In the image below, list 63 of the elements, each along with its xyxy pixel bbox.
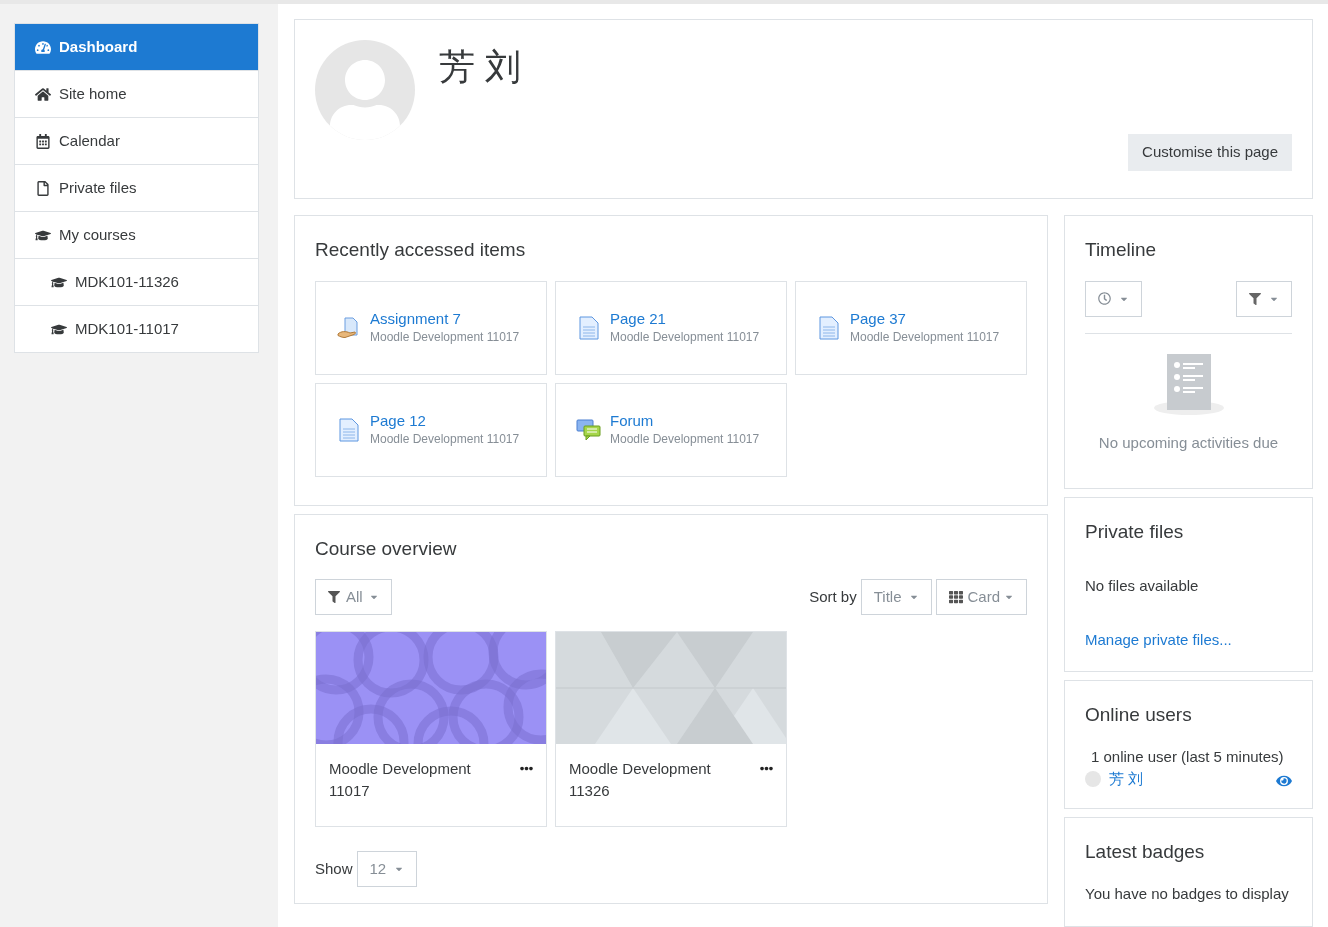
page-icon xyxy=(578,314,600,341)
online-summary: 1 online user (last 5 minutes) xyxy=(1090,746,1285,767)
grid-icon xyxy=(949,590,964,604)
view-dropdown[interactable]: Card xyxy=(936,579,1027,615)
page-icon xyxy=(818,314,840,341)
recent-item-card[interactable]: Page 12 Moodle Development 11017 xyxy=(315,382,547,477)
item-link[interactable]: Page 12 xyxy=(370,411,520,430)
customise-button[interactable]: Customise this page xyxy=(1128,134,1292,171)
course-card[interactable]: Moodle Development 11017 xyxy=(315,631,547,827)
empty-message: No files available xyxy=(1085,575,1200,596)
course-name: Moodle Development 11017 xyxy=(610,328,760,346)
calendar-icon xyxy=(35,133,51,149)
filter-timeline-dropdown[interactable] xyxy=(1236,280,1292,317)
recent-item-card[interactable]: Page 21 Moodle Development 11017 xyxy=(555,280,787,375)
nav-item[interactable]: MDK101-11017 xyxy=(15,306,258,353)
filter-dropdown[interactable]: All xyxy=(315,579,392,615)
course-name: Moodle Development 11017 xyxy=(370,430,520,448)
course-card[interactable]: Moodle Development 11326 xyxy=(555,631,787,827)
course-name: Moodle Development 11017 xyxy=(610,430,760,448)
course-title[interactable]: Moodle Development 11017 xyxy=(329,758,504,802)
file-icon xyxy=(35,180,51,196)
user-avatar xyxy=(1085,771,1101,788)
item-link[interactable]: Page 37 xyxy=(850,309,1000,328)
item-link[interactable]: Assignment 7 xyxy=(370,309,520,328)
forum-icon xyxy=(576,416,602,443)
recent-item-card[interactable]: Assignment 7 Moodle Development 11017 xyxy=(315,280,547,375)
clock-icon xyxy=(1098,292,1111,305)
eye-icon[interactable] xyxy=(1276,774,1292,789)
block-title: Online users xyxy=(1085,703,1193,727)
block-title: Private files xyxy=(1085,520,1185,544)
show-label: Show xyxy=(315,858,353,879)
course-name: Moodle Development 11017 xyxy=(370,328,520,346)
manage-files-link[interactable]: Manage private files... xyxy=(1085,629,1292,652)
block-title: Timeline xyxy=(1085,238,1158,262)
nav-item[interactable]: Dashboard xyxy=(15,24,258,71)
empty-list-icon xyxy=(1152,353,1225,416)
item-link[interactable]: Forum xyxy=(610,411,760,430)
nav-item[interactable]: My courses xyxy=(15,212,258,259)
item-link[interactable]: Page 21 xyxy=(610,309,760,328)
filter-icon xyxy=(1249,292,1261,305)
block-title: Recently accessed items xyxy=(315,238,527,262)
dashboard-icon xyxy=(35,39,51,55)
sort-label: Sort by xyxy=(809,586,857,607)
empty-message: No upcoming activities due xyxy=(1098,432,1279,453)
nav-item[interactable]: MDK101-11326 xyxy=(15,259,258,306)
block-title: Course overview xyxy=(315,536,458,561)
page-icon xyxy=(338,416,360,443)
block-title: Latest badges xyxy=(1085,840,1206,864)
sort-dropdown[interactable]: Title xyxy=(860,579,933,615)
course-name: Moodle Development 11017 xyxy=(850,328,1000,346)
user-link[interactable]: 芳 刘 xyxy=(1109,768,1268,791)
recent-item-card[interactable]: Page 37 Moodle Development 11017 xyxy=(795,280,1027,375)
nav-item[interactable]: Private files xyxy=(15,165,258,212)
recent-item-card[interactable]: Forum Moodle Development 11017 xyxy=(555,382,787,477)
user-name: 芳 刘 xyxy=(439,45,521,89)
home-icon xyxy=(35,86,51,102)
user-silhouette-icon xyxy=(330,60,400,140)
filter-icon xyxy=(328,591,340,603)
nav-item[interactable]: Site home xyxy=(15,71,258,118)
empty-message: You have no badges to display xyxy=(1085,883,1290,904)
page-size-dropdown[interactable]: 12 xyxy=(356,851,418,887)
course-title[interactable]: Moodle Development 11326 xyxy=(569,758,744,802)
nav-item[interactable]: Calendar xyxy=(15,118,258,165)
